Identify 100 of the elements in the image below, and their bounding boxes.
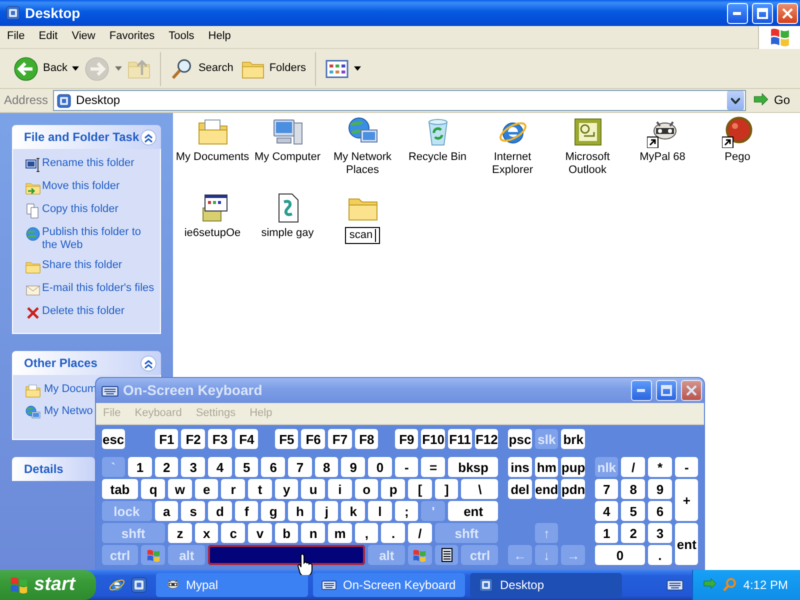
key[interactable]: z xyxy=(168,523,192,543)
key[interactable]: . xyxy=(381,523,406,543)
key[interactable]: c xyxy=(221,523,246,543)
back-button[interactable]: Back xyxy=(10,54,70,84)
key[interactable]: / xyxy=(408,523,432,543)
key[interactable]: e xyxy=(194,479,218,499)
key[interactable]: x xyxy=(194,523,218,543)
task-link[interactable]: Publish this folder to the Web xyxy=(25,226,156,252)
key[interactable]: j xyxy=(314,501,338,521)
key[interactable]: 3 xyxy=(648,523,672,543)
maximize-button[interactable] xyxy=(752,2,773,24)
key[interactable]: ; xyxy=(394,501,418,521)
key[interactable]: v xyxy=(248,523,272,543)
key[interactable]: F1 xyxy=(154,429,178,449)
logo-key[interactable] xyxy=(141,545,166,565)
key[interactable]: b xyxy=(274,523,298,543)
key[interactable]: 7 xyxy=(288,457,312,477)
collapse-chevron-icon[interactable] xyxy=(140,354,157,372)
key[interactable]: 5 xyxy=(621,501,646,521)
search-button[interactable]: Search xyxy=(167,54,236,82)
key[interactable]: - xyxy=(394,457,418,477)
key[interactable]: 9 xyxy=(341,457,366,477)
go-button[interactable]: Go xyxy=(748,92,798,110)
key[interactable]: ent xyxy=(448,501,498,521)
close-button[interactable] xyxy=(681,380,702,401)
key[interactable]: F11 xyxy=(448,429,472,449)
key[interactable]: u xyxy=(301,479,326,499)
menu-item[interactable]: Help xyxy=(201,27,238,47)
key[interactable]: F8 xyxy=(354,429,378,449)
key[interactable]: k xyxy=(341,501,366,521)
caret-icon[interactable] xyxy=(354,66,362,71)
key[interactable]: \ xyxy=(461,479,498,499)
menu-item[interactable]: File xyxy=(0,27,32,47)
key[interactable]: t xyxy=(248,479,272,499)
key[interactable]: F7 xyxy=(328,429,352,449)
key[interactable]: F5 xyxy=(274,429,298,449)
key[interactable]: r xyxy=(221,479,246,499)
key[interactable]: bksp xyxy=(448,457,498,477)
key[interactable]: ] xyxy=(434,479,458,499)
task-link[interactable]: Copy this folder xyxy=(25,203,118,219)
key[interactable]: y xyxy=(274,479,298,499)
key[interactable]: 5 xyxy=(234,457,258,477)
menu-key[interactable] xyxy=(434,545,458,565)
key[interactable]: 4 xyxy=(208,457,232,477)
key[interactable]: pdn xyxy=(561,479,586,499)
key[interactable]: 1 xyxy=(594,523,618,543)
key[interactable]: 1 xyxy=(128,457,152,477)
maximize-button[interactable] xyxy=(656,380,677,401)
task-link[interactable]: Move this folder xyxy=(25,180,120,196)
start-button[interactable]: start xyxy=(0,570,96,600)
key[interactable]: p xyxy=(381,479,406,499)
key[interactable]: psc xyxy=(508,429,532,449)
close-button[interactable] xyxy=(777,2,798,24)
key[interactable]: F12 xyxy=(474,429,498,449)
address-field[interactable]: Desktop xyxy=(53,90,746,111)
key[interactable]: F6 xyxy=(301,429,326,449)
key[interactable]: 8 xyxy=(314,457,338,477)
menu-item[interactable]: Edit xyxy=(32,27,65,47)
key[interactable]: F3 xyxy=(208,429,232,449)
key[interactable]: w xyxy=(168,479,192,499)
key[interactable]: hm xyxy=(534,457,558,477)
key[interactable]: F10 xyxy=(421,429,446,449)
caret-icon[interactable] xyxy=(72,66,80,71)
key[interactable]: 2 xyxy=(154,457,178,477)
key[interactable]: = xyxy=(421,457,446,477)
envelope-clock-icon[interactable] xyxy=(572,116,604,148)
key[interactable]: ent xyxy=(674,523,698,565)
key[interactable]: [ xyxy=(408,479,432,499)
key[interactable]: f xyxy=(234,501,258,521)
key[interactable]: pup xyxy=(561,457,586,477)
key[interactable]: 6 xyxy=(261,457,286,477)
key[interactable]: 0 xyxy=(594,545,646,565)
key[interactable]: 0 xyxy=(368,457,392,477)
key[interactable]: F9 xyxy=(394,429,418,449)
taskbar-button[interactable]: Mypal xyxy=(156,573,308,597)
key[interactable]: h xyxy=(288,501,312,521)
ball-icon[interactable] xyxy=(722,116,754,148)
panel-header[interactable]: Details xyxy=(12,457,95,481)
key[interactable]: esc xyxy=(102,429,126,449)
panel-header[interactable]: Other Places xyxy=(12,351,161,375)
taskbar-button[interactable]: Desktop xyxy=(470,573,622,597)
key[interactable]: q xyxy=(141,479,166,499)
key[interactable]: del xyxy=(508,479,532,499)
key[interactable]: 3 xyxy=(181,457,206,477)
key[interactable]: 9 xyxy=(648,479,672,499)
task-link[interactable]: Rename this folder xyxy=(25,157,134,173)
task-link[interactable]: E-mail this folder's files xyxy=(25,282,154,298)
key[interactable]: tab xyxy=(102,479,138,499)
taskbar-button[interactable]: On-Screen Keyboard xyxy=(313,573,465,597)
key[interactable]: i xyxy=(328,479,352,499)
key[interactable]: brk xyxy=(561,429,586,449)
panel-header[interactable]: File and Folder Task xyxy=(12,125,161,149)
key[interactable]: * xyxy=(648,457,672,477)
key[interactable]: 8 xyxy=(621,479,646,499)
key[interactable]: 6 xyxy=(648,501,672,521)
menu-item[interactable]: Tools xyxy=(162,27,202,47)
key[interactable]: a xyxy=(154,501,178,521)
key[interactable]: 7 xyxy=(594,479,618,499)
menu-item[interactable]: View xyxy=(64,27,102,47)
minimize-button[interactable] xyxy=(631,380,652,401)
